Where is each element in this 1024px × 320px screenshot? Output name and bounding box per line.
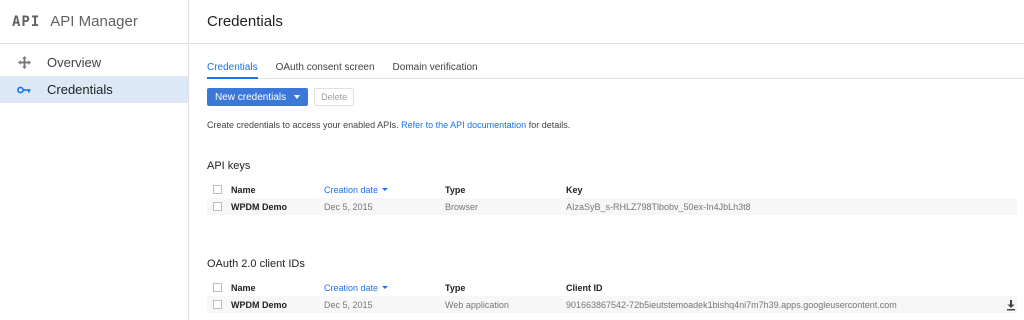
app-name: API Manager (50, 13, 138, 30)
row-client-id: 901663867542-72b5ieutstemoadek1bishq4ni7… (566, 299, 897, 310)
download-icon[interactable] (1005, 299, 1017, 311)
oauth-client-ids-title: OAuth 2.0 client IDs (207, 258, 305, 270)
move-arrows-icon (17, 56, 31, 70)
key-icon (17, 83, 31, 97)
column-header-creation-date[interactable]: Creation date (324, 185, 445, 195)
new-credentials-label: New credentials (215, 91, 287, 103)
description-text: Create credentials to access your enable… (207, 120, 402, 130)
sort-chevron-icon (382, 188, 389, 191)
main-content: Credentials Credentials OAuth consent sc… (190, 0, 1024, 320)
column-header-label: Creation date (324, 184, 379, 195)
select-all-checkbox[interactable] (213, 283, 222, 292)
description-suffix: for details. (526, 120, 571, 130)
row-key: AIzaSyB_s-RHLZ798Tlbobv_50ex-In4JbLh3t8 (566, 201, 751, 212)
api-logo: API (12, 13, 41, 30)
column-header-key: Key (566, 184, 583, 195)
column-header-type: Type (445, 282, 466, 293)
api-keys-table: Name Creation date Type Key WPDM Demo De… (207, 181, 1017, 215)
column-header-name: Name (231, 184, 256, 195)
select-all-checkbox[interactable] (213, 185, 222, 194)
column-header-client-id: Client ID (566, 282, 603, 293)
table-row[interactable]: WPDM Demo Dec 5, 2015 Web application 90… (207, 296, 1017, 313)
sidebar-item-overview[interactable]: Overview (0, 49, 188, 76)
api-keys-title: API keys (207, 160, 251, 172)
credentials-description: Create credentials to access your enable… (207, 120, 570, 130)
tab-domain-verification[interactable]: Domain verification (393, 60, 478, 79)
sidebar-item-label: Overview (47, 55, 102, 70)
row-creation-date: Dec 5, 2015 (324, 201, 373, 212)
table-header-row: Name Creation date Type Client ID (207, 279, 1017, 296)
column-header-creation-date[interactable]: Creation date (324, 283, 445, 293)
sidebar-nav: Overview Credentials (0, 44, 188, 103)
row-checkbox[interactable] (213, 202, 222, 211)
page-header: Credentials (190, 0, 1024, 44)
page-title: Credentials (207, 13, 283, 30)
row-type: Browser (445, 201, 479, 212)
tab-credentials[interactable]: Credentials (207, 60, 258, 79)
api-documentation-link[interactable]: Refer to the API documentation (401, 120, 526, 130)
table-row[interactable]: WPDM Demo Dec 5, 2015 Browser AIzaSyB_s-… (207, 198, 1017, 215)
table-header-row: Name Creation date Type Key (207, 181, 1017, 198)
row-name-link[interactable]: WPDM Demo (231, 202, 324, 212)
column-header-date-wrap: Creation date (324, 283, 445, 293)
oauth-clients-table: Name Creation date Type Client ID WPDM D… (207, 279, 1017, 313)
row-name-link[interactable]: WPDM Demo (231, 300, 324, 310)
sidebar: API API Manager Overview Credentials (0, 0, 189, 320)
column-header-label: Creation date (324, 282, 379, 293)
sort-chevron-icon (382, 286, 389, 289)
tab-oauth-consent-screen[interactable]: OAuth consent screen (276, 60, 375, 79)
toolbar: New credentials Delete (207, 88, 355, 106)
new-credentials-button[interactable]: New credentials (207, 88, 309, 106)
caret-down-icon (294, 95, 301, 99)
column-header-type: Type (445, 184, 466, 195)
row-checkbox[interactable] (213, 300, 222, 309)
brand-header: API API Manager (0, 0, 188, 44)
column-header-date-wrap: Creation date (324, 185, 445, 195)
delete-button[interactable]: Delete (314, 88, 355, 106)
row-type: Web application (445, 299, 509, 310)
sidebar-item-credentials[interactable]: Credentials (0, 76, 188, 103)
column-header-name: Name (231, 282, 256, 293)
row-creation-date: Dec 5, 2015 (324, 299, 373, 310)
tab-bar: Credentials OAuth consent screen Domain … (207, 60, 1024, 79)
sidebar-item-label: Credentials (47, 82, 113, 97)
